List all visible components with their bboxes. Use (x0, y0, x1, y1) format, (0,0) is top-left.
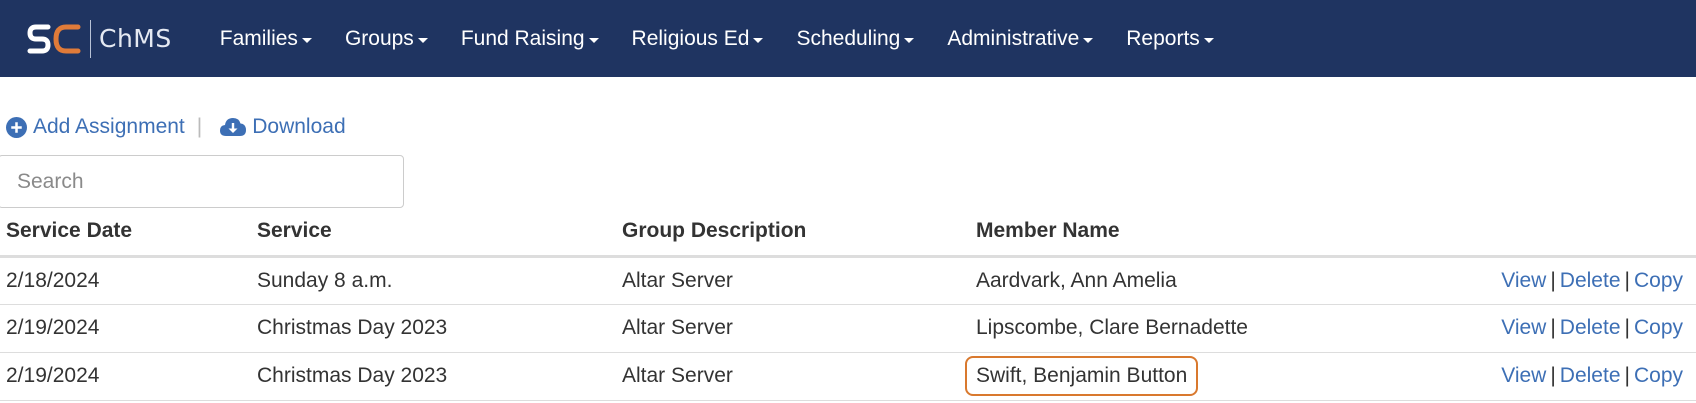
caret-down-icon (753, 38, 764, 43)
caret-down-icon (588, 38, 599, 43)
cell-service-date: 2/18/2024 (0, 256, 251, 305)
header-service-date[interactable]: Service Date (0, 208, 251, 258)
table-row: 2/19/2024 Christmas Day 2023 Altar Serve… (0, 352, 1696, 401)
header-actions (1490, 208, 1696, 258)
cell-service: Sunday 8 a.m. (251, 256, 616, 305)
nav-families[interactable]: Families (220, 27, 312, 51)
nav-groups[interactable]: Groups (345, 27, 428, 51)
delete-link[interactable]: Delete (1560, 269, 1621, 292)
nav-fund-raising[interactable]: Fund Raising (461, 27, 599, 51)
cell-group-description: Altar Server (616, 352, 970, 401)
search-input[interactable] (0, 155, 404, 208)
cell-service: Christmas Day 2023 (251, 352, 616, 401)
header-member-name[interactable]: Member Name (970, 208, 1490, 258)
action-separator: | (196, 115, 203, 138)
top-navbar: ChMS Families Groups Fund Raising Religi… (0, 0, 1696, 77)
add-assignment-link[interactable]: Add Assignment (6, 115, 185, 139)
delete-link[interactable]: Delete (1560, 364, 1621, 387)
brand[interactable]: ChMS (26, 0, 172, 77)
cell-member-name: Lipscombe, Clare Bernadette (970, 304, 1490, 353)
nav-religious-ed-label: Religious Ed (631, 26, 750, 50)
view-link[interactable]: View (1501, 269, 1546, 292)
sc-logo-icon (27, 24, 81, 53)
add-assignment-label: Add Assignment (33, 115, 185, 138)
brand-divider (90, 19, 91, 58)
copy-link[interactable]: Copy (1634, 269, 1683, 292)
nav-administrative[interactable]: Administrative (947, 26, 1094, 51)
assignments-table: Service Date Service Group Description M… (0, 208, 1696, 401)
link-separator: | (1550, 364, 1556, 387)
highlighted-member-name: Swift, Benjamin Button (965, 356, 1199, 396)
cell-service-date: 2/19/2024 (0, 352, 251, 401)
table-header-row: Service Date Service Group Description M… (0, 208, 1696, 258)
table-row: 2/18/2024 Sunday 8 a.m. Altar Server Aar… (0, 256, 1696, 305)
main-nav: Families Groups Fund Raising Religious E… (220, 27, 1214, 51)
link-separator: | (1550, 316, 1556, 339)
nav-groups-label: Groups (344, 26, 414, 50)
copy-link[interactable]: Copy (1634, 364, 1683, 387)
link-separator: | (1550, 268, 1556, 292)
download-link[interactable]: Download (220, 115, 346, 139)
nav-reports-label: Reports (1126, 26, 1200, 50)
caret-down-icon (904, 38, 915, 43)
cloud-download-icon (220, 118, 247, 136)
nav-religious-ed[interactable]: Religious Ed (632, 27, 764, 51)
view-link[interactable]: View (1501, 364, 1546, 387)
delete-link[interactable]: Delete (1560, 316, 1621, 339)
link-separator: | (1624, 364, 1630, 387)
cell-service-date: 2/19/2024 (0, 304, 251, 353)
row-actions: View | Delete | Copy (1490, 256, 1696, 305)
plus-circle-icon (6, 116, 27, 138)
row-actions: View | Delete | Copy (1490, 352, 1696, 401)
caret-down-icon (417, 38, 428, 43)
nav-scheduling-label: Scheduling (796, 26, 901, 50)
nav-administrative-label: Administrative (947, 26, 1080, 50)
copy-link[interactable]: Copy (1634, 316, 1683, 339)
nav-fund-raising-label: Fund Raising (460, 26, 585, 50)
cell-service: Christmas Day 2023 (251, 304, 616, 353)
caret-down-icon (1203, 38, 1214, 43)
cell-member-name: Swift, Benjamin Button (965, 352, 1490, 401)
download-label: Download (252, 115, 346, 138)
nav-families-label: Families (219, 26, 298, 50)
caret-down-icon (1083, 38, 1094, 43)
nav-reports[interactable]: Reports (1126, 27, 1214, 51)
cell-group-description: Altar Server (616, 256, 970, 305)
caret-down-icon (301, 38, 312, 43)
cell-member-name: Aardvark, Ann Amelia (970, 256, 1490, 305)
view-link[interactable]: View (1501, 316, 1546, 339)
table-row: 2/19/2024 Christmas Day 2023 Altar Serve… (0, 304, 1696, 353)
header-service[interactable]: Service (251, 208, 616, 258)
nav-scheduling[interactable]: Scheduling (796, 26, 915, 51)
cell-group-description: Altar Server (616, 304, 970, 353)
link-separator: | (1624, 316, 1630, 339)
brand-name: ChMS (99, 24, 172, 53)
action-bar: Add Assignment | Download (6, 112, 346, 142)
row-actions: View | Delete | Copy (1490, 304, 1696, 353)
link-separator: | (1624, 268, 1630, 292)
header-group-description[interactable]: Group Description (616, 208, 970, 258)
